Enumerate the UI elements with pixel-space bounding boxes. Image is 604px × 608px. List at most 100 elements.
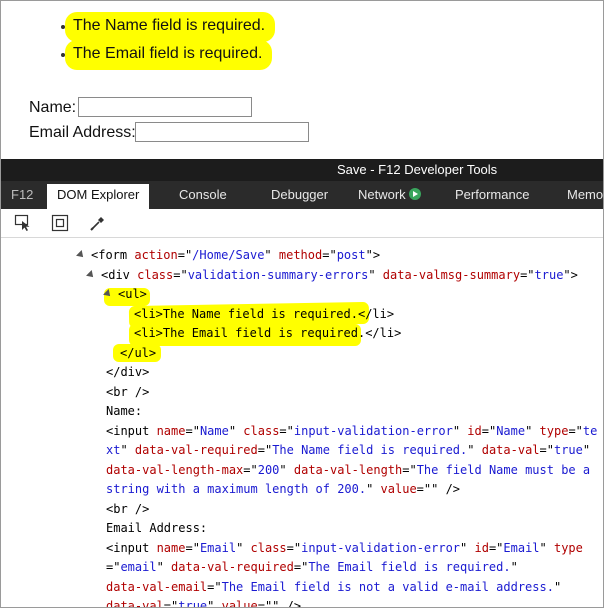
dom-node-line[interactable]: <br /> xyxy=(106,500,149,519)
dom-token: " xyxy=(207,599,222,608)
dom-token: </div> xyxy=(106,365,150,379)
dom-node-line[interactable]: <br /> xyxy=(106,383,149,402)
dom-token: " xyxy=(460,540,475,555)
dom-node-line[interactable]: data-val="true" value="" /> xyxy=(106,597,302,608)
dom-node-line[interactable]: <div class="validation-summary-errors" d… xyxy=(86,266,578,285)
dom-token: name xyxy=(156,540,186,555)
tab-network[interactable]: Network xyxy=(358,187,421,202)
tab-performance[interactable]: Performance xyxy=(455,187,529,202)
dom-token: ="" /> xyxy=(257,599,302,608)
dom-token: data-val-required xyxy=(134,443,258,457)
dom-tree: <form action="/Home/Save" method="post">… xyxy=(1,238,603,608)
dom-toolbar xyxy=(1,209,603,238)
dom-token: " xyxy=(452,423,468,438)
dom-token: te xyxy=(582,423,598,438)
dom-token: input-validation-error xyxy=(301,540,461,555)
dom-token: <div xyxy=(101,267,138,282)
dom-node-line[interactable]: data-val-email="The Email field is not a… xyxy=(106,578,561,597)
dom-node-line[interactable]: <ul> xyxy=(103,285,147,304)
dom-token: =" xyxy=(163,599,179,608)
dom-token: "> xyxy=(365,248,381,262)
dom-token: " xyxy=(553,579,562,594)
email-label: Email Address: xyxy=(29,124,136,141)
dom-token: Name xyxy=(199,423,229,438)
dom-token: The Email field is required. xyxy=(308,560,511,574)
select-element-icon[interactable] xyxy=(14,214,32,232)
dom-token: =" xyxy=(185,540,200,555)
dom-token: " xyxy=(236,540,251,555)
expand-triangle-icon[interactable] xyxy=(103,289,113,299)
error-text: The Name field is required. xyxy=(73,17,266,34)
dom-node-line[interactable]: ="email" data-val-required="The Email fi… xyxy=(106,558,518,577)
dom-node-line[interactable]: </ul> xyxy=(120,344,156,363)
dom-token: string with a maximum length of 200. xyxy=(106,482,367,496)
dom-token: <br /> xyxy=(106,384,150,399)
dom-token: method xyxy=(278,248,323,262)
dom-token: data-val-length-max xyxy=(106,462,244,477)
dom-token: <form xyxy=(91,248,135,262)
dom-node-line[interactable]: </div> xyxy=(106,363,149,382)
dom-token: " xyxy=(228,423,244,438)
tab-dom-explorer[interactable]: DOM Explorer xyxy=(47,184,150,209)
dom-node-line[interactable]: <li>The Email field is required.</li> xyxy=(134,324,401,343)
dom-token: <br /> xyxy=(106,501,150,516)
dom-token: =" xyxy=(106,560,121,574)
dom-token: =" xyxy=(279,423,294,438)
dom-node-line[interactable]: <input name="Email" class="input-validat… xyxy=(106,539,583,558)
tab-console[interactable]: Console xyxy=(179,187,227,202)
dom-token: =" xyxy=(173,267,188,282)
f12-label: F12 xyxy=(11,187,34,202)
dom-token: Email Address: xyxy=(106,521,208,535)
dom-token: " xyxy=(539,540,554,555)
dom-token: <input xyxy=(106,540,157,555)
record-icon xyxy=(408,188,421,200)
color-picker-icon[interactable] xyxy=(89,214,107,232)
dom-token: data-val-email xyxy=(106,579,208,594)
dom-token: =" xyxy=(568,423,583,438)
dom-token: 200 xyxy=(257,462,280,477)
dom-token: value xyxy=(380,482,417,496)
dom-token: =" xyxy=(185,423,200,438)
dom-token: " xyxy=(156,560,172,574)
dom-token: " xyxy=(120,443,135,457)
dom-token: type xyxy=(553,540,583,555)
dom-token: </li> xyxy=(357,306,395,321)
dom-token: post xyxy=(336,248,366,262)
dom-token: Name xyxy=(496,423,526,438)
dom-node-line[interactable]: <li>The Name field is required.</li> xyxy=(134,305,394,324)
dom-node-line[interactable]: xt" data-val-required="The Name field is… xyxy=(106,441,590,460)
dom-node-line[interactable]: data-val-length-max="200" data-val-lengt… xyxy=(106,461,590,480)
dom-token: " xyxy=(279,462,294,477)
dom-token: id xyxy=(467,423,482,438)
dom-node-line[interactable]: Email Address: xyxy=(106,519,207,538)
dom-token: "> xyxy=(563,267,578,282)
email-row: Email Address: xyxy=(29,122,309,142)
dom-node-line[interactable]: <form action="/Home/Save" method="post"> xyxy=(76,246,381,265)
devtools-tabbar: F12 DOM Explorer Console Debugger Networ… xyxy=(1,181,603,209)
dom-token: value xyxy=(221,599,258,608)
dom-token: " xyxy=(366,482,381,496)
dom-token: xt xyxy=(106,443,121,457)
dom-token: data-val xyxy=(481,443,540,457)
tab-memory[interactable]: Memo xyxy=(567,187,603,202)
name-input[interactable] xyxy=(78,97,252,117)
dom-token: ="" /> xyxy=(416,482,461,496)
dom-token: class xyxy=(243,423,280,438)
error-item: The Email field is required. xyxy=(59,40,273,70)
dom-node-line[interactable]: <input name="Name" class="input-validati… xyxy=(106,422,597,441)
tab-debugger[interactable]: Debugger xyxy=(271,187,328,202)
screenshot-frame: The Name field is required. The Email fi… xyxy=(0,0,604,608)
dom-token: email xyxy=(120,560,157,574)
dom-token: The Name field is required. xyxy=(272,443,468,457)
email-input[interactable] xyxy=(135,122,309,142)
dom-token: " xyxy=(467,443,482,457)
dom-token: <ul> xyxy=(118,287,147,301)
dom-node-line[interactable]: Name: xyxy=(106,402,142,421)
name-row: Name: xyxy=(29,97,252,117)
expand-triangle-icon[interactable] xyxy=(86,269,96,280)
expand-triangle-icon[interactable] xyxy=(76,250,86,260)
dom-token: class xyxy=(250,540,287,555)
highlight-box-icon[interactable] xyxy=(51,214,69,232)
dom-token: /Home/Save xyxy=(192,248,265,262)
dom-node-line[interactable]: string with a maximum length of 200." va… xyxy=(106,480,460,499)
